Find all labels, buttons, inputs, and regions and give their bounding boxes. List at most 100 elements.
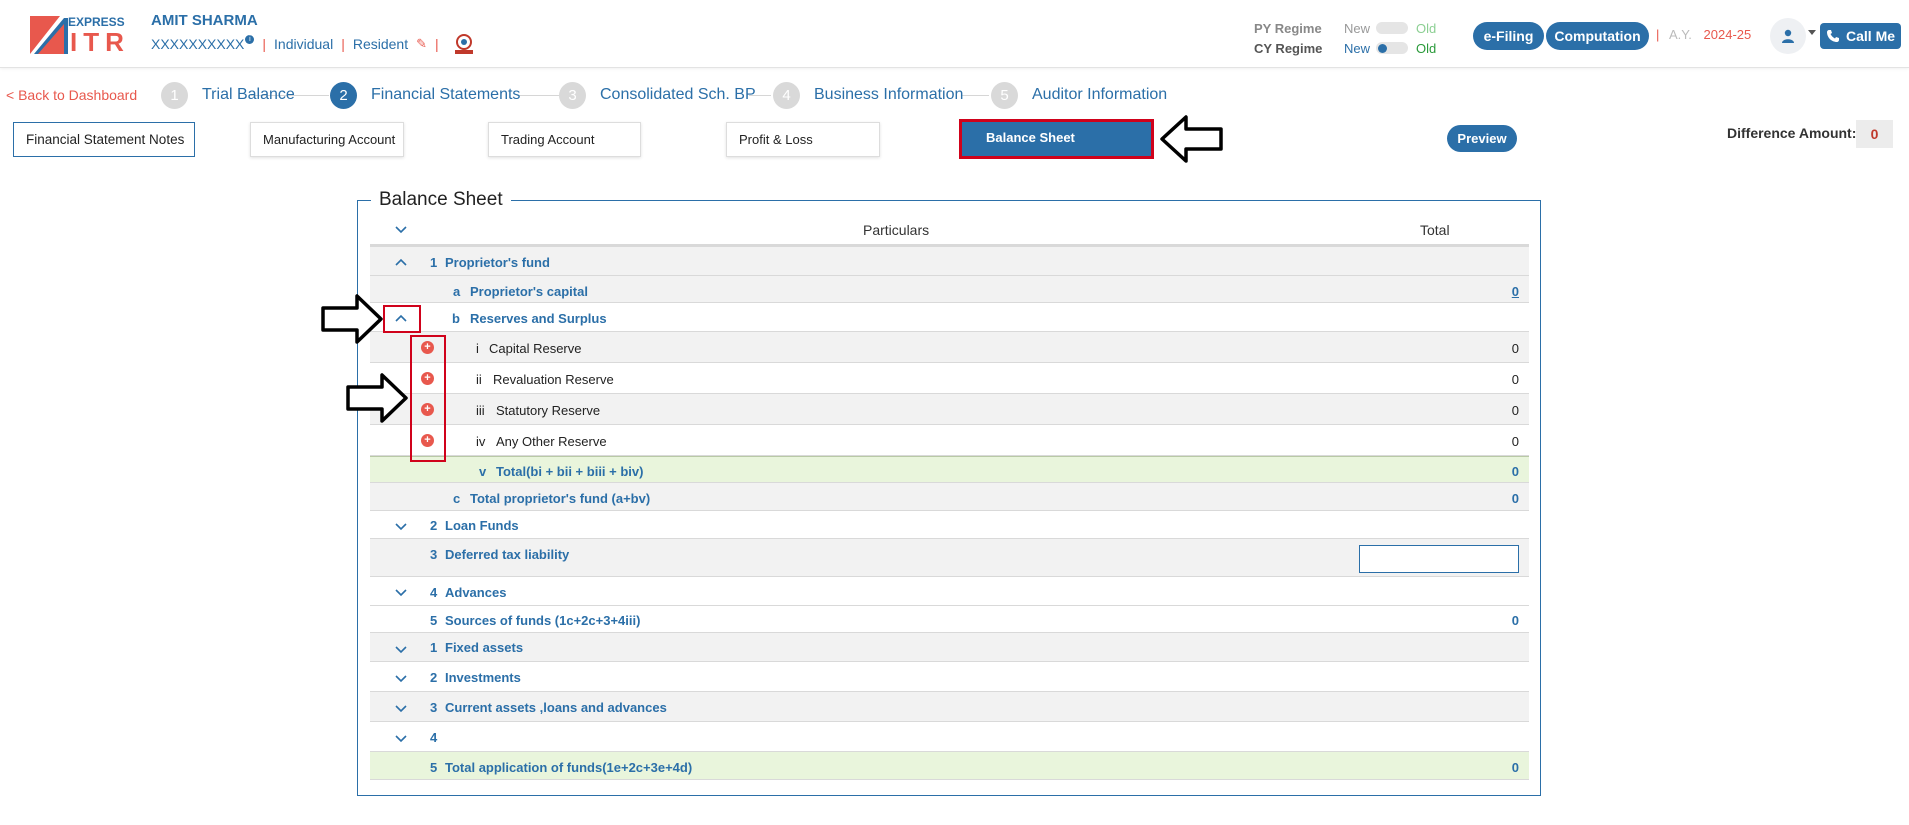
pointer-arrow-right-icon [346,373,408,423]
row-number: 2 [430,518,438,533]
phone-icon [1827,30,1839,42]
top-header: EXPRESS ITR AMIT SHARMA XXXXXXXXXX i | I… [0,0,1909,68]
cy-regime-row: CY Regime New Old [1254,38,1436,58]
row-number: iii [476,403,485,418]
col-total: Total [1420,222,1450,238]
row-label: Total(bi + bii + biii + biv) [496,464,644,479]
step-label: Auditor Information [1032,86,1168,103]
step-number: 1 [161,81,188,109]
row-value: 0 [1511,760,1519,775]
row-label: Current assets ,loans and advances [445,700,667,715]
step-connector [517,95,559,96]
deferred-tax-input[interactable] [1359,545,1519,573]
py-regime-label: PY Regime [1254,20,1322,36]
proprietors-capital-link[interactable]: 0 [1512,284,1519,299]
row-number: iv [476,434,486,449]
table-row: a Proprietor's capital 0 [370,276,1529,303]
table-row: 2 Loan Funds [370,511,1529,539]
row-value: 0 [1511,434,1519,449]
chevron-down-icon[interactable] [395,705,407,713]
row-number: 3 [430,700,438,715]
step-label: Business Information [814,86,964,103]
ay-label: A.Y. [1669,27,1692,42]
balance-sheet-title: Balance Sheet [371,189,511,211]
py-regime-toggle[interactable] [1376,22,1408,34]
chevron-down-icon[interactable] [395,646,407,654]
row-label: Any Other Reserve [496,434,607,449]
regime-selector: PY Regime New Old CY Regime New Old [1254,18,1436,58]
tab-profit-and-loss[interactable]: Profit & Loss [726,122,880,157]
tab-financial-statement-notes[interactable]: Financial Statement Notes [13,122,195,157]
pan-number: XXXXXXXXXX [151,36,245,52]
divider: | [1656,27,1660,42]
step-number: 4 [773,81,800,109]
computation-button[interactable]: Computation [1546,22,1649,50]
chevron-down-icon[interactable] [395,226,407,234]
divider: | [341,36,345,52]
back-to-dashboard-link[interactable]: < Back to Dashboard [6,87,137,103]
edit-pencil-icon[interactable]: ✎ [416,36,427,52]
chevron-down-icon[interactable] [395,735,407,743]
income-tax-emblem-icon [454,34,473,54]
table-row: 4 [370,722,1529,752]
chevron-down-icon[interactable] [395,589,407,597]
row-number: 1 [430,640,438,655]
ay-value: 2024-25 [1703,27,1752,42]
pointer-arrow-left-icon [1160,115,1223,163]
table-row: 1 Proprietor's fund [370,247,1529,276]
step-consolidated-sch-bp[interactable]: 3 Consolidated Sch. BP [559,81,756,109]
row-label: Proprietor's fund [445,255,550,270]
tab-balance-sheet[interactable]: Balance Sheet [959,119,1154,159]
tab-trading-account[interactable]: Trading Account [488,122,641,157]
row-label: Investments [445,670,521,685]
row-label: Statutory Reserve [496,403,601,418]
row-number: v [479,464,487,479]
row-label: Sources of funds (1c+2c+3+4iii) [445,613,641,628]
row-number: i [476,341,479,356]
row-number: 4 [430,585,438,600]
chevron-down-icon[interactable] [1808,30,1816,35]
row-value: 0 [1511,372,1519,387]
balance-sheet-table: Particulars Total 1 Proprietor's fund a … [370,215,1529,780]
row-label: Proprietor's capital [470,284,588,299]
highlight-box-collapse [383,305,421,333]
cy-regime-toggle[interactable] [1376,42,1408,54]
cy-old-label: Old [1416,40,1437,56]
efiling-button[interactable]: e-Filing [1473,22,1544,50]
call-me-button[interactable]: Call Me [1820,23,1901,49]
info-icon[interactable]: i [245,34,255,44]
cy-new-label: New [1344,40,1371,56]
row-number: 5 [430,613,438,628]
table-row: b Reserves and Surplus [370,303,1529,332]
row-label: Capital Reserve [489,341,582,356]
step-trial-balance[interactable]: 1 Trial Balance [161,81,295,109]
express-itr-logo[interactable]: EXPRESS ITR [30,14,135,57]
difference-amount-label: Difference Amount: [1727,125,1857,141]
row-value: 0 [1511,613,1519,628]
step-number: 2 [330,81,357,109]
row-number: 5 [430,760,438,775]
row-label: Total application of funds(1e+2c+3e+4d) [445,760,693,775]
step-financial-statements[interactable]: 2 Financial Statements [330,81,520,109]
row-label: Revaluation Reserve [493,372,614,387]
tab-manufacturing-account[interactable]: Manufacturing Account [250,122,404,157]
step-business-information[interactable]: 4 Business Information [773,81,964,109]
assessment-year: | A.Y. 2024-25 [1656,27,1751,42]
table-row: 2 Investments [370,662,1529,692]
row-value: 0 [1511,464,1519,479]
row-number: 2 [430,670,438,685]
user-icon [1782,29,1794,43]
chevron-down-icon[interactable] [395,523,407,531]
chevron-down-icon[interactable] [395,675,407,683]
py-old-label: Old [1416,20,1437,36]
chevron-up-icon[interactable] [395,258,407,266]
table-row-total: v Total(bi + bii + biii + biv) 0 [370,456,1529,483]
preview-button[interactable]: Preview [1447,125,1517,152]
user-avatar[interactable] [1770,18,1806,54]
row-number: ii [476,372,482,387]
py-new-label: New [1344,20,1371,36]
step-label: Consolidated Sch. BP [600,86,756,103]
table-header: Particulars Total [370,215,1529,247]
step-auditor-information[interactable]: 5 Auditor Information [991,81,1168,109]
table-row: + ii Revaluation Reserve 0 [370,363,1529,394]
